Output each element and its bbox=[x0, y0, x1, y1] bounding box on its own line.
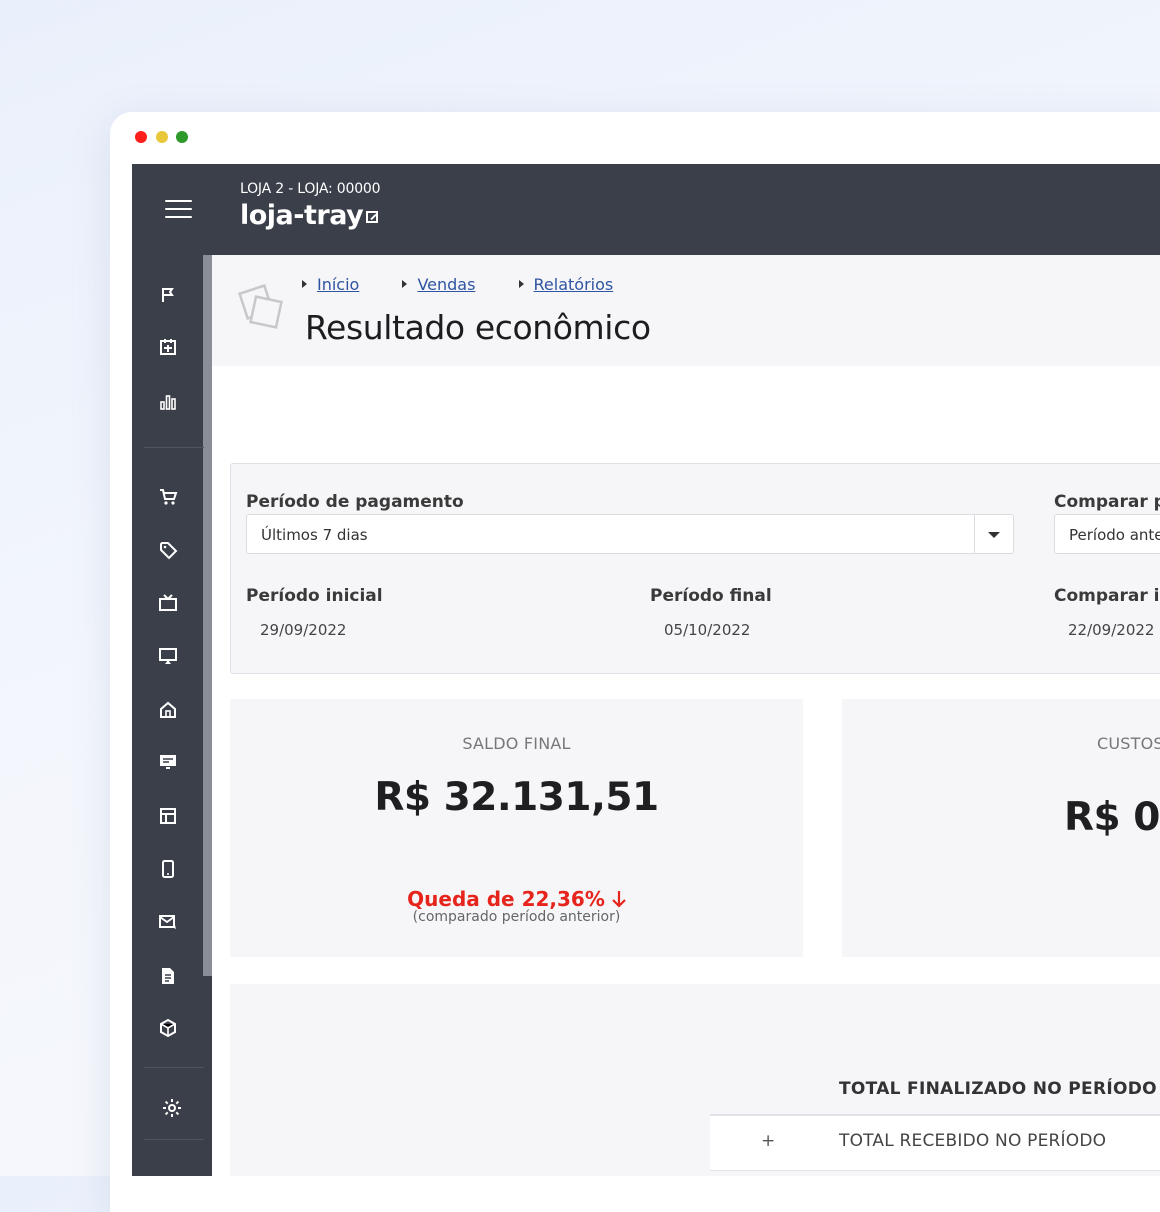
sidebar-divider bbox=[144, 1139, 204, 1140]
breadcrumb-link[interactable]: Relatórios bbox=[534, 275, 614, 294]
kpi-label: CUSTOS bbox=[1097, 734, 1160, 753]
page-title: Resultado econômico bbox=[305, 308, 651, 347]
breadcrumb-link[interactable]: Vendas bbox=[417, 275, 475, 294]
kpi-card-custos: CUSTOS R$ 0,0 bbox=[842, 699, 1160, 957]
menu-icon[interactable] bbox=[165, 200, 192, 220]
arrow-down-icon bbox=[612, 889, 626, 908]
totals-card: TOTAL FINALIZADO NO PERÍODO + TOTAL RECE… bbox=[230, 984, 1160, 1176]
compare-select[interactable]: Período ante bbox=[1054, 514, 1160, 554]
kpi-note: (comparado período anterior) bbox=[412, 909, 621, 925]
page-header: Início Vendas Relatórios Resultado econô… bbox=[212, 255, 1160, 366]
monitor-icon[interactable] bbox=[158, 646, 178, 666]
mobile-icon[interactable] bbox=[158, 859, 178, 879]
kpi-label: SALDO FINAL bbox=[462, 734, 571, 753]
mail-icon[interactable] bbox=[158, 912, 178, 932]
close-window-dot[interactable] bbox=[135, 131, 147, 143]
top-bar: LOJA 2 - LOJA: 00000 loja-tray bbox=[132, 164, 1160, 255]
totals-header: TOTAL FINALIZADO NO PERÍODO bbox=[839, 1079, 1157, 1099]
expand-plus-icon[interactable]: + bbox=[761, 1131, 775, 1151]
kpi-change-text: Queda de 22,36% bbox=[407, 887, 605, 911]
bar-chart-icon[interactable] bbox=[158, 392, 178, 412]
app-container: LOJA 2 - LOJA: 00000 loja-tray Início Ve… bbox=[132, 164, 1160, 1176]
compare-value: Período ante bbox=[1069, 526, 1160, 544]
display-icon[interactable] bbox=[158, 752, 178, 772]
end-period-label: Período final bbox=[650, 586, 772, 606]
sidebar-scrollbar[interactable] bbox=[203, 255, 212, 976]
tv-icon[interactable] bbox=[158, 593, 178, 613]
flag-icon[interactable] bbox=[158, 285, 178, 305]
totals-row-label: TOTAL RECEBIDO NO PERÍODO bbox=[839, 1131, 1107, 1151]
breadcrumb-item-inicio[interactable]: Início bbox=[302, 275, 359, 294]
kpi-value: R$ 0,0 bbox=[1064, 795, 1160, 840]
breadcrumb-link[interactable]: Início bbox=[317, 275, 359, 294]
cart-icon[interactable] bbox=[158, 487, 178, 507]
filter-card: Período de pagamento Últimos 7 dias Comp… bbox=[230, 463, 1160, 674]
compare-start-label: Comparar in bbox=[1054, 586, 1160, 606]
caret-right-icon bbox=[302, 280, 307, 288]
payment-period-label: Período de pagamento bbox=[246, 492, 464, 512]
calendar-icon[interactable] bbox=[158, 337, 178, 357]
chevron-down-icon[interactable] bbox=[974, 515, 1013, 553]
sidebar-divider bbox=[144, 447, 204, 448]
start-period-value[interactable]: 29/09/2022 bbox=[260, 621, 346, 639]
layout-icon[interactable] bbox=[158, 806, 178, 826]
start-period-label: Período inicial bbox=[246, 586, 383, 606]
breadcrumb-item-relatorios[interactable]: Relatórios bbox=[518, 275, 614, 294]
maximize-window-dot[interactable] bbox=[176, 131, 188, 143]
tag-icon[interactable] bbox=[158, 540, 178, 560]
compare-label: Comparar p bbox=[1054, 492, 1160, 512]
breadcrumb: Início Vendas Relatórios bbox=[302, 275, 651, 294]
document-icon[interactable] bbox=[158, 966, 178, 986]
payment-period-select[interactable]: Últimos 7 dias bbox=[246, 514, 1014, 554]
external-link-icon bbox=[366, 211, 379, 223]
store-subtitle: LOJA 2 - LOJA: 00000 bbox=[240, 181, 381, 197]
home-icon[interactable] bbox=[158, 700, 178, 720]
kpi-change: Queda de 22,36% bbox=[230, 887, 803, 911]
compare-start-value[interactable]: 22/09/2022 bbox=[1068, 621, 1154, 639]
kpi-card-saldo: SALDO FINAL R$ 32.131,51 Queda de 22,36%… bbox=[230, 699, 803, 957]
box-icon[interactable] bbox=[158, 1018, 178, 1038]
totals-row[interactable]: + TOTAL RECEBIDO NO PERÍODO bbox=[710, 1114, 1160, 1171]
minimize-window-dot[interactable] bbox=[156, 131, 168, 143]
breadcrumb-item-vendas[interactable]: Vendas bbox=[402, 275, 475, 294]
caret-right-icon bbox=[402, 280, 408, 288]
report-pages-icon bbox=[237, 283, 285, 331]
kpi-value: R$ 32.131,51 bbox=[374, 775, 659, 820]
store-name: loja-tray bbox=[240, 200, 364, 231]
end-period-value[interactable]: 05/10/2022 bbox=[664, 621, 750, 639]
payment-period-value: Últimos 7 dias bbox=[261, 526, 368, 544]
sidebar bbox=[132, 255, 212, 1176]
store-name-link[interactable]: loja-tray bbox=[240, 200, 379, 231]
gear-icon[interactable] bbox=[162, 1098, 182, 1118]
sidebar-divider bbox=[144, 1067, 204, 1068]
caret-right-icon bbox=[518, 280, 524, 288]
